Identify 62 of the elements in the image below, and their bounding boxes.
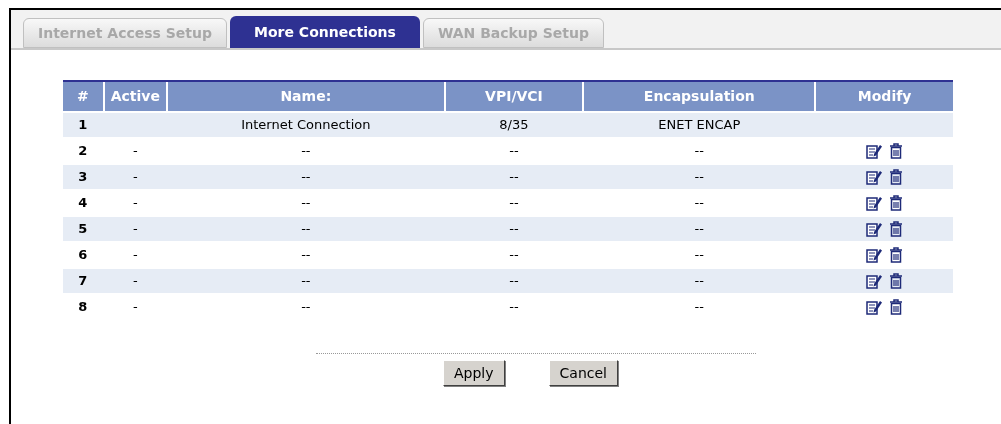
table-cell-text: -- <box>509 194 519 213</box>
table-cell-text: -- <box>509 168 519 187</box>
table-cell-text: 2 <box>78 142 88 161</box>
column-header: Active <box>104 82 167 111</box>
form-button[interactable]: Cancel <box>548 360 618 386</box>
table-cell-text: - <box>133 246 138 265</box>
table-cell-text: - <box>133 272 138 291</box>
table-cell-text: -- <box>694 194 704 213</box>
table-cell-text: -- <box>694 168 704 187</box>
trash-icon[interactable] <box>889 273 904 289</box>
table-cell-text: - <box>133 298 138 317</box>
table-cell-text: - <box>133 220 138 239</box>
table-cell-text: 7 <box>78 272 88 291</box>
column-header: Modify <box>816 82 953 111</box>
form-button[interactable]: Apply <box>443 360 505 386</box>
table-cell-text: ENET ENCAP <box>658 116 741 135</box>
table-cell-text: -- <box>509 272 519 291</box>
table-cell-text: -- <box>694 246 704 265</box>
table-cell-text: -- <box>694 298 704 317</box>
edit-icon[interactable] <box>866 195 884 211</box>
table-cell-text: 1 <box>78 116 88 135</box>
table-cell-text: -- <box>301 194 311 213</box>
table-cell-text: -- <box>301 168 311 187</box>
trash-icon[interactable] <box>889 299 904 315</box>
table-cell-text: -- <box>301 220 311 239</box>
table-cell-text: - <box>133 142 138 161</box>
column-header: Name: <box>168 82 444 111</box>
table-cell-text: 4 <box>78 194 88 213</box>
table-cell-text: -- <box>509 246 519 265</box>
table-cell-text: - <box>133 194 138 213</box>
table-cell-text: -- <box>301 142 311 161</box>
table-cell-text: -- <box>694 272 704 291</box>
table-cell-text: 6 <box>78 246 88 265</box>
trash-icon[interactable] <box>889 247 904 263</box>
table-cell-text: Internet Connection <box>241 116 371 135</box>
edit-icon[interactable] <box>866 247 884 263</box>
table-cell-text: -- <box>301 272 311 291</box>
edit-icon[interactable] <box>866 221 884 237</box>
table-cell-text: -- <box>509 142 519 161</box>
edit-icon[interactable] <box>866 169 884 185</box>
column-header: # <box>63 82 103 111</box>
table-cell-text: -- <box>509 220 519 239</box>
table-cell-text: 8 <box>78 298 88 317</box>
edit-icon[interactable] <box>866 143 884 159</box>
table-cell-text: - <box>133 168 138 187</box>
tab[interactable]: More Connections <box>230 16 420 48</box>
edit-icon[interactable] <box>866 273 884 289</box>
table-cell-text: -- <box>509 298 519 317</box>
table-cell-text: 3 <box>78 168 88 187</box>
column-header: Encapsulation <box>584 82 815 111</box>
trash-icon[interactable] <box>889 169 904 185</box>
table-cell-text: -- <box>694 142 704 161</box>
trash-icon[interactable] <box>889 143 904 159</box>
table-cell-text: -- <box>694 220 704 239</box>
table-cell-text: -- <box>301 246 311 265</box>
trash-icon[interactable] <box>889 195 904 211</box>
trash-icon[interactable] <box>889 221 904 237</box>
table-cell-text: -- <box>301 298 311 317</box>
edit-icon[interactable] <box>866 299 884 315</box>
table-cell-text: 5 <box>78 220 88 239</box>
column-header: VPI/VCI <box>445 82 583 111</box>
table-cell-text: 8/35 <box>499 116 529 135</box>
